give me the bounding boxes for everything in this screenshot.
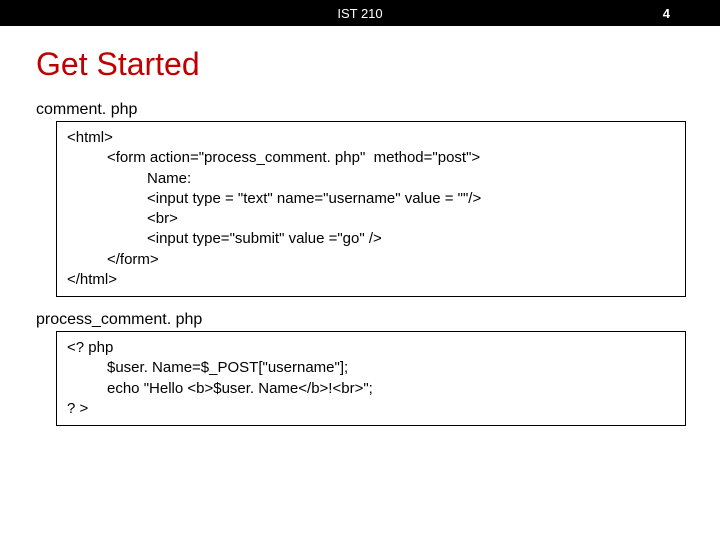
file1-label: comment. php — [36, 101, 720, 119]
page-number: 4 — [663, 6, 670, 21]
slide-title: Get Started — [36, 46, 720, 83]
code-line: <form action="process_comment. php" meth… — [67, 148, 675, 168]
code-line: <br> — [67, 209, 675, 229]
course-label: IST 210 — [20, 6, 700, 21]
header-bar: IST 210 4 — [0, 0, 720, 26]
code-line: <input type="submit" value ="go" /> — [67, 229, 675, 249]
code-line: echo "Hello <b>$user. Name</b>!<br>"; — [67, 379, 675, 399]
file1-code-box: <html> <form action="process_comment. ph… — [56, 121, 686, 297]
code-line: <? php — [67, 338, 675, 358]
file2-label: process_comment. php — [36, 311, 720, 329]
file2-code-box: <? php $user. Name=$_POST["username"]; e… — [56, 331, 686, 426]
code-line: Name: — [67, 169, 675, 189]
code-line: $user. Name=$_POST["username"]; — [67, 358, 675, 378]
code-line: <input type = "text" name="username" val… — [67, 189, 675, 209]
code-line: </form> — [67, 250, 675, 270]
code-line: <html> — [67, 128, 675, 148]
code-line: ? > — [67, 399, 675, 419]
code-line: </html> — [67, 270, 675, 290]
